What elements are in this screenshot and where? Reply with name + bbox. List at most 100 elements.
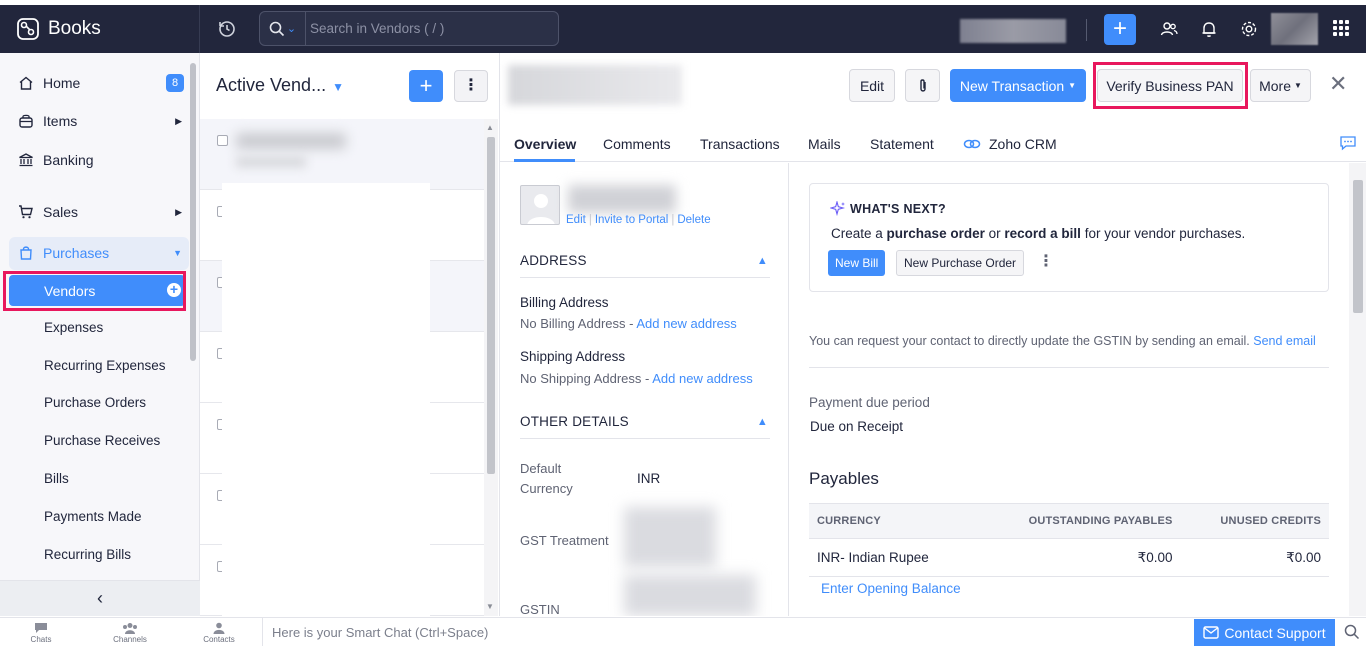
close-icon[interactable]: ✕ xyxy=(1329,73,1347,95)
users-icon[interactable] xyxy=(1159,19,1179,39)
gear-icon[interactable] xyxy=(1239,19,1259,39)
payment-due-value: Due on Receipt xyxy=(810,419,904,434)
sidebar-item-banking[interactable]: Banking xyxy=(0,143,190,177)
whats-next-text: Create a purchase order or record a bill… xyxy=(831,226,1245,241)
sidebar-item-purchase-receives[interactable]: Purchase Receives xyxy=(44,433,160,448)
list-view-selector[interactable]: Active Vend... ▼ xyxy=(216,75,344,96)
contacts-button[interactable]: Contacts xyxy=(189,622,249,644)
search-icon[interactable]: ⌄ xyxy=(260,12,306,45)
overview-content: WHAT'S NEXT? Create a purchase order or … xyxy=(789,163,1366,616)
edit-button[interactable]: Edit xyxy=(849,69,895,102)
new-bill-button[interactable]: New Bill xyxy=(828,250,886,276)
address-header-label: ADDRESS xyxy=(520,253,587,268)
delete-contact-link[interactable]: Delete xyxy=(677,214,710,226)
edit-contact-link[interactable]: Edit xyxy=(566,214,586,226)
sidebar-item-items[interactable]: Items ▶ xyxy=(0,104,190,138)
new-purchase-order-button[interactable]: New Purchase Order xyxy=(896,250,1025,276)
detail-scrollbar-thumb[interactable] xyxy=(1353,180,1363,313)
comment-icon[interactable] xyxy=(1339,135,1357,154)
gstin-value xyxy=(624,575,756,616)
list-more-options-button[interactable]: ⋮ xyxy=(454,70,488,102)
channels-label: Channels xyxy=(113,635,147,644)
new-vendor-button[interactable]: + xyxy=(409,70,443,102)
address-section-header[interactable]: ADDRESS ▲ xyxy=(520,253,770,278)
search-input[interactable] xyxy=(306,21,546,36)
caret-down-icon: ▼ xyxy=(173,248,182,258)
row-checkbox[interactable] xyxy=(217,135,228,146)
billing-address-text: No Billing Address xyxy=(520,316,626,331)
sidebar-item-vendors[interactable]: Vendors + xyxy=(9,275,185,306)
tab-comments[interactable]: Comments xyxy=(603,136,671,152)
chevron-up-icon: ▲ xyxy=(756,416,768,428)
tab-overview[interactable]: Overview xyxy=(514,136,576,152)
tab-zoho-crm[interactable]: Zoho CRM xyxy=(963,136,1057,152)
sparkle-icon xyxy=(830,201,846,217)
tab-statement[interactable]: Statement xyxy=(870,136,934,152)
default-currency-value: INR xyxy=(637,471,661,486)
sidebar-item-expenses[interactable]: Expenses xyxy=(44,320,103,335)
sidebar-item-sales[interactable]: Sales ▶ xyxy=(0,195,190,229)
add-billing-address-link[interactable]: Add new address xyxy=(636,316,736,331)
books-logo-icon xyxy=(17,18,39,40)
payables-table: CURRENCY OUTSTANDING PAYABLES UNUSED CRE… xyxy=(809,503,1329,577)
quick-create-button[interactable]: + xyxy=(1104,14,1136,45)
other-details-header-label: OTHER DETAILS xyxy=(520,414,629,429)
attachment-button[interactable] xyxy=(905,69,940,102)
gstin-note-text: You can request your contact to directly… xyxy=(809,334,1250,348)
contact-avatar[interactable] xyxy=(520,185,560,225)
invite-portal-link[interactable]: Invite to Portal xyxy=(595,214,669,226)
recent-history-icon[interactable] xyxy=(216,18,238,43)
sidebar-item-bills[interactable]: Bills xyxy=(44,471,69,486)
enter-opening-balance-link[interactable]: Enter Opening Balance xyxy=(821,581,961,596)
list-scrollbar-thumb[interactable] xyxy=(487,137,495,474)
tab-mails[interactable]: Mails xyxy=(808,136,841,152)
caret-right-icon: ▶ xyxy=(175,115,182,126)
scroll-up-icon[interactable]: ▲ xyxy=(486,123,494,132)
user-avatar[interactable] xyxy=(1271,13,1318,45)
collapse-sidebar-button[interactable]: ‹ xyxy=(0,580,200,616)
apps-grid-icon[interactable] xyxy=(1333,20,1350,37)
divider xyxy=(809,367,1329,368)
column-header-currency: CURRENCY xyxy=(809,503,973,539)
search-icon[interactable] xyxy=(1344,624,1360,643)
contact-support-button[interactable]: Contact Support xyxy=(1194,619,1335,646)
crm-link-icon xyxy=(963,139,981,149)
contacts-label: Contacts xyxy=(203,635,235,644)
sidebar-item-recurring-expenses[interactable]: Recurring Expenses xyxy=(44,358,166,373)
chats-button[interactable]: Chats xyxy=(11,622,71,644)
sidebar-item-recurring-bills[interactable]: Recurring Bills xyxy=(44,547,131,562)
add-shipping-address-link[interactable]: Add new address xyxy=(652,371,752,386)
channels-button[interactable]: Channels xyxy=(100,622,160,644)
sidebar-item-purchase-orders[interactable]: Purchase Orders xyxy=(44,395,146,410)
gst-treatment-value xyxy=(624,507,716,567)
sidebar-scrollbar[interactable] xyxy=(190,63,196,361)
add-vendor-icon[interactable]: + xyxy=(167,282,181,297)
more-button[interactable]: More ▼ xyxy=(1250,69,1311,102)
caret-down-icon: ▼ xyxy=(1068,81,1077,90)
whats-next-heading: WHAT'S NEXT? xyxy=(830,201,946,217)
smart-chat-input[interactable]: Here is your Smart Chat (Ctrl+Space) xyxy=(262,618,1192,646)
contact-name xyxy=(568,185,676,213)
sidebar-item-home[interactable]: Home 8 xyxy=(0,66,190,100)
send-email-link[interactable]: Send email xyxy=(1253,334,1316,348)
new-transaction-button[interactable]: New Transaction ▼ xyxy=(950,69,1086,102)
more-options-icon[interactable]: ⋮ xyxy=(1038,251,1054,271)
other-details-section-header[interactable]: OTHER DETAILS ▲ xyxy=(520,414,770,439)
organization-switcher[interactable] xyxy=(960,19,1066,43)
scroll-down-icon[interactable]: ▼ xyxy=(486,602,494,611)
sidebar-item-label: Vendors xyxy=(44,282,96,299)
default-currency-label-line1: Default xyxy=(520,461,562,476)
verify-business-pan-button[interactable]: Verify Business PAN xyxy=(1097,69,1243,102)
gst-treatment-label: GST Treatment xyxy=(520,533,609,548)
sidebar-item-label: Items xyxy=(43,113,78,129)
tab-transactions[interactable]: Transactions xyxy=(700,136,780,152)
sidebar-item-purchases[interactable]: Purchases ▼ xyxy=(0,236,190,270)
bell-icon[interactable] xyxy=(1199,19,1219,39)
whats-next-bold-2: record a bill xyxy=(1004,226,1081,241)
vendor-name xyxy=(508,65,682,105)
brand[interactable]: Books xyxy=(0,5,200,53)
sidebar-item-payments-made[interactable]: Payments Made xyxy=(44,509,142,524)
list-item[interactable] xyxy=(200,119,484,190)
detail-tabs: Overview Comments Transactions Mails Sta… xyxy=(500,133,1366,162)
whats-next-text-3: for your vendor purchases. xyxy=(1084,226,1246,241)
